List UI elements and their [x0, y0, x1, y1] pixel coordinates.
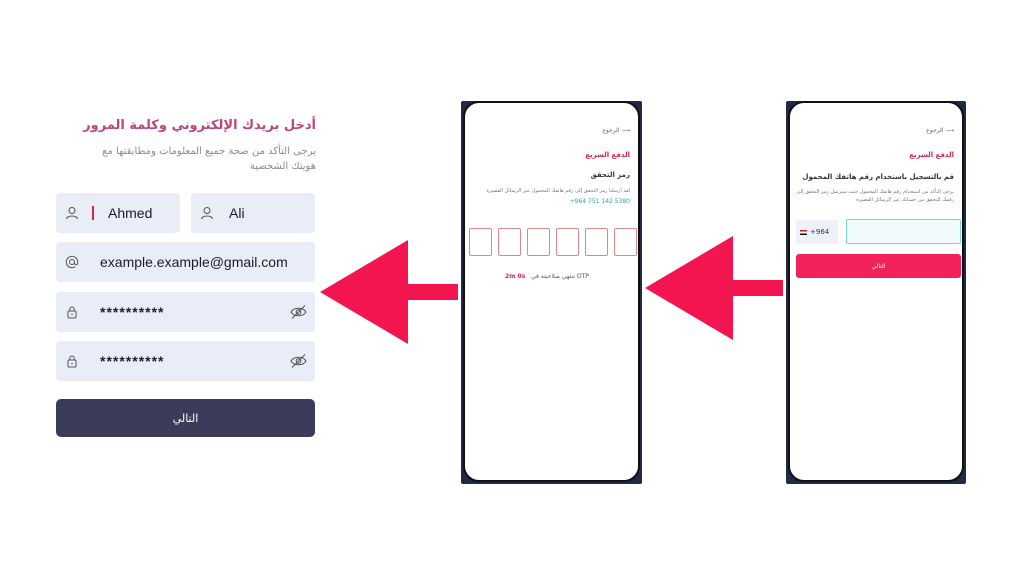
otp-description: لقد أرسلنا رمز التحقق إلى رقم هاتفك المح… [486, 188, 630, 194]
confirm-password-field[interactable]: ********** [56, 341, 315, 381]
user-icon [64, 205, 80, 221]
back-label: الرجوع [602, 127, 620, 134]
brand-logo: الدفع السريع [585, 151, 630, 159]
otp-timer-label: تنتهي صلاحيته في OTP [531, 273, 589, 280]
arrow-left-icon [320, 240, 458, 344]
phone-title: قم بالتسجيل باستخدام رقم هاتفك المحمول [802, 173, 954, 181]
otp-phone-frame: ⟶ الرجوع الدفع السريع رمز التحقق لقد أرس… [461, 101, 642, 484]
phone-entry-frame: ⟶ الرجوع الدفع السريع قم بالتسجيل باستخد… [786, 101, 966, 484]
registration-title: أدخل بريدك الإلكتروني وكلمة المرور [83, 118, 316, 133]
back-link[interactable]: ⟶ الرجوع [602, 127, 630, 134]
first-name-value: Ahmed [108, 205, 153, 221]
back-label: الرجوع [926, 127, 944, 134]
lock-icon [64, 304, 80, 320]
iraq-flag-icon [800, 229, 807, 235]
otp-phone-number: +964 751 142 5380 [569, 198, 630, 205]
user-icon [199, 205, 215, 221]
back-link[interactable]: ⟶ الرجوع [926, 127, 954, 134]
text-caret [92, 206, 94, 220]
otp-screen: ⟶ الرجوع الدفع السريع رمز التحقق لقد أرس… [463, 101, 640, 482]
registration-subtitle: يرجى التأكد من صحة جميع المعلومات ومطابق… [102, 146, 316, 172]
last-name-value: Ali [229, 205, 245, 221]
password-value: ********** [100, 304, 165, 320]
otp-digit-box[interactable] [585, 228, 608, 256]
arrow-left-icon [645, 236, 783, 340]
lock-icon [64, 353, 80, 369]
phone-number-input[interactable] [846, 219, 961, 244]
email-value: example.example@gmail.com [100, 254, 288, 270]
otp-timer: 2m 0s تنتهي صلاحيته في OTP [505, 273, 589, 280]
eye-off-icon[interactable] [290, 304, 307, 324]
brand-logo: الدفع السريع [909, 151, 954, 159]
country-code-select[interactable]: +964 [796, 220, 838, 244]
next-button[interactable]: التالي [56, 399, 315, 437]
eye-off-icon[interactable] [290, 353, 307, 373]
phone-description: يرجى التأكد من استخدام رقم هاتفك المحمول… [796, 189, 954, 203]
otp-digit-box[interactable] [556, 228, 579, 256]
at-icon [64, 254, 80, 270]
otp-title: رمز التحقق [590, 171, 630, 179]
password-field[interactable]: ********** [56, 292, 315, 332]
first-name-field[interactable]: Ahmed [56, 193, 180, 233]
country-code-value: +964 [810, 228, 830, 236]
back-arrow-icon: ⟶ [945, 127, 954, 134]
last-name-field[interactable]: Ali [191, 193, 315, 233]
otp-digit-box[interactable] [614, 228, 637, 256]
email-field[interactable]: example.example@gmail.com [56, 242, 315, 282]
otp-digit-box[interactable] [527, 228, 550, 256]
otp-digit-box[interactable] [498, 228, 521, 256]
phone-entry-screen: ⟶ الرجوع الدفع السريع قم بالتسجيل باستخد… [788, 101, 964, 482]
next-button[interactable]: التالي [796, 254, 961, 278]
back-arrow-icon: ⟶ [621, 127, 630, 134]
confirm-password-value: ********** [100, 353, 165, 369]
otp-digit-box[interactable] [469, 228, 492, 256]
otp-timer-value: 2m 0s [505, 273, 526, 280]
